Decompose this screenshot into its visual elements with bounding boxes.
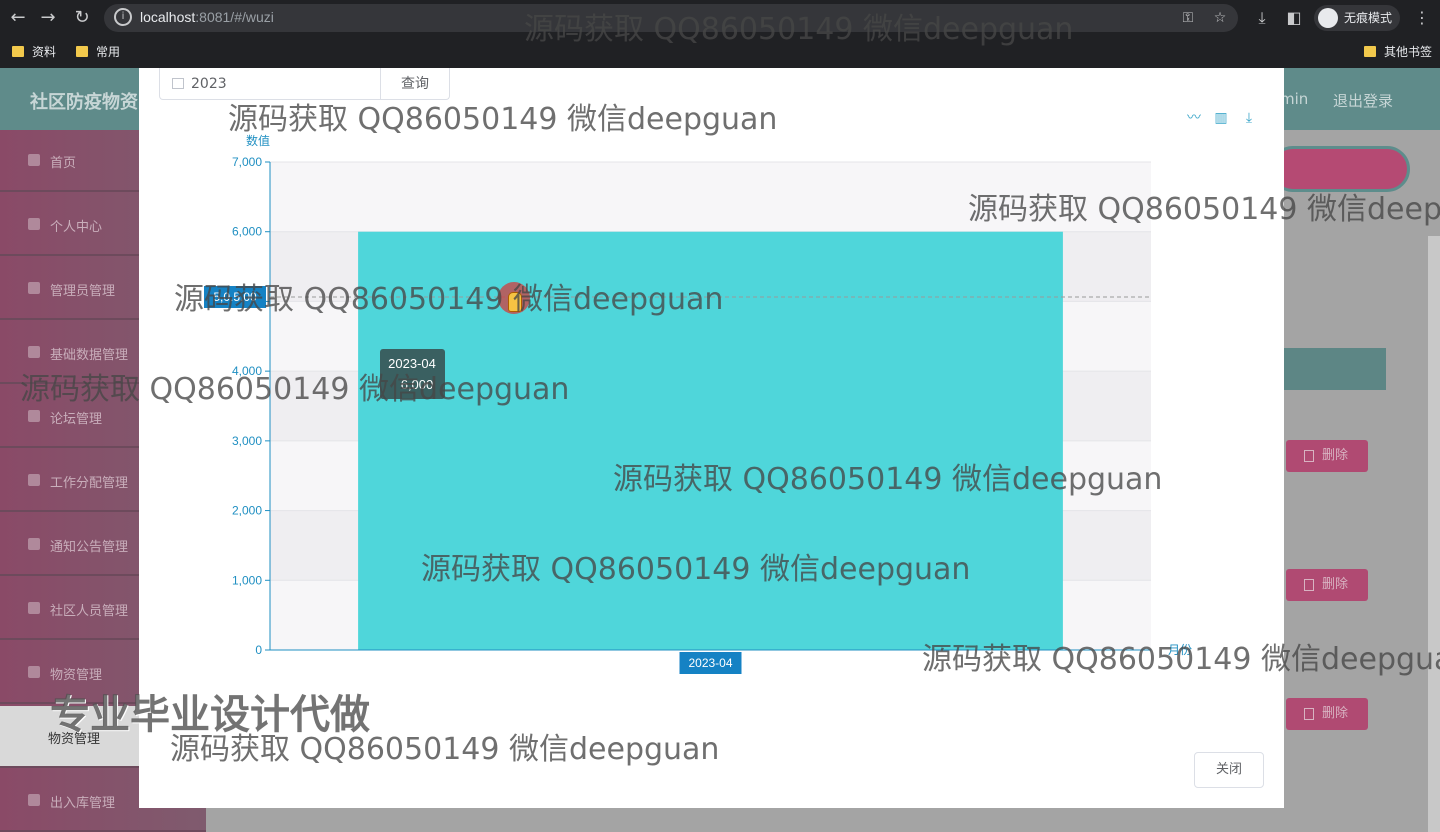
sidebar-item-label: 首页 bbox=[50, 156, 77, 171]
trash-icon bbox=[1304, 450, 1314, 462]
sidebar-item-label: 个人中心 bbox=[50, 220, 103, 235]
logout-link[interactable]: 退出登录 bbox=[1333, 90, 1393, 111]
tooltip-category: 2023-04 bbox=[388, 356, 436, 371]
sidebar-item-label: 出入库管理 bbox=[50, 796, 116, 811]
sidebar-toggle-icon[interactable]: ◧ bbox=[1282, 6, 1306, 30]
bar bbox=[358, 231, 1063, 650]
key-icon[interactable]: ⚿ bbox=[1178, 8, 1198, 28]
address-bar[interactable]: i localhost:8081/#/wuzi ⚿ ☆ bbox=[104, 4, 1238, 32]
close-button[interactable]: 关闭 bbox=[1194, 752, 1264, 788]
grid-icon bbox=[28, 346, 40, 358]
url-text: localhost:8081/#/wuzi bbox=[140, 9, 274, 25]
y-tick-label: 1,000 bbox=[232, 573, 262, 587]
x-axis-title: 月份 bbox=[1168, 643, 1192, 657]
folder-icon bbox=[12, 46, 24, 57]
browser-chrome: ← → ↻ i localhost:8081/#/wuzi ⚿ ☆ ⤓ ◧ 无痕… bbox=[0, 0, 1440, 68]
promo-text: 专业毕业设计代做 bbox=[50, 692, 370, 738]
reload-icon[interactable]: ↻ bbox=[70, 6, 94, 30]
user-icon bbox=[28, 218, 40, 230]
hand-cursor-icon bbox=[508, 292, 522, 312]
home-icon bbox=[28, 154, 40, 166]
delete-button[interactable]: 删除 bbox=[1286, 440, 1368, 472]
axis-pointer-y-label: 5,0.5.00 bbox=[213, 290, 257, 304]
page-scrollbar[interactable] bbox=[1428, 236, 1440, 832]
sidebar-item-label: 基础数据管理 bbox=[50, 348, 129, 363]
monitor-icon bbox=[28, 474, 40, 486]
y-tick-label: 0 bbox=[255, 643, 262, 657]
star-icon[interactable]: ☆ bbox=[1210, 8, 1230, 28]
incognito-label: 无痕模式 bbox=[1344, 11, 1393, 25]
forward-icon[interactable]: → bbox=[36, 6, 60, 30]
delete-button[interactable]: 删除 bbox=[1286, 698, 1368, 730]
incognito-icon bbox=[1318, 8, 1338, 28]
action-button[interactable] bbox=[1270, 146, 1410, 192]
bookmark-ziliao[interactable]: 资料 bbox=[10, 42, 56, 62]
y-tick-label: 6,000 bbox=[232, 225, 262, 239]
back-icon[interactable]: ← bbox=[6, 6, 30, 30]
folder-icon bbox=[76, 46, 88, 57]
table-header-cell bbox=[1280, 348, 1386, 390]
plot-band bbox=[270, 162, 1151, 232]
y-tick-label: 3,000 bbox=[232, 434, 262, 448]
trash-icon bbox=[1304, 708, 1314, 720]
y-tick-label: 4,000 bbox=[232, 364, 262, 378]
bar-chart: 01,0002,0003,0004,0005,0006,0007,000数值月份… bbox=[204, 133, 1192, 674]
incognito-badge[interactable]: 无痕模式 bbox=[1314, 5, 1401, 31]
trash-icon bbox=[1304, 579, 1314, 591]
sidebar-item-label: 工作分配管理 bbox=[50, 476, 129, 491]
sidebar-item-label: 物资管理 bbox=[50, 668, 103, 683]
axis-pointer-x-label: 2023-04 bbox=[688, 656, 732, 670]
y-axis-title: 数值 bbox=[246, 133, 270, 148]
sidebar-item-label: 社区人员管理 bbox=[50, 604, 129, 619]
grid-icon bbox=[28, 282, 40, 294]
browser-toolbar: ← → ↻ i localhost:8081/#/wuzi ⚿ ☆ ⤓ ◧ 无痕… bbox=[0, 0, 1440, 36]
grid-icon bbox=[28, 794, 40, 806]
folder-icon bbox=[1364, 46, 1376, 57]
sliders-icon bbox=[28, 410, 40, 422]
tooltip-value: 6,000 bbox=[401, 377, 434, 392]
site-info-icon[interactable]: i bbox=[114, 8, 132, 26]
current-user: min bbox=[1280, 90, 1309, 108]
menu-icon[interactable]: ⋮ bbox=[1410, 6, 1434, 30]
sidebar-item-label: 通知公告管理 bbox=[50, 540, 129, 555]
app-title: 社区防疫物资 bbox=[30, 92, 138, 113]
grid-icon bbox=[28, 602, 40, 614]
sidebar-item-label: 管理员管理 bbox=[50, 284, 116, 299]
grid-icon bbox=[28, 666, 40, 678]
bookmark-other[interactable]: 其他书签 bbox=[1362, 42, 1432, 62]
sidebar-item-label: 论坛管理 bbox=[50, 412, 103, 427]
y-tick-label: 2,000 bbox=[232, 504, 262, 518]
bar-chart-icon bbox=[28, 538, 40, 550]
y-tick-label: 7,000 bbox=[232, 155, 262, 169]
download-icon[interactable]: ⤓ bbox=[1250, 6, 1274, 30]
bookmarks-bar: 资料 常用 其他书签 bbox=[0, 36, 1440, 68]
delete-button[interactable]: 删除 bbox=[1286, 569, 1368, 601]
bookmark-changyong[interactable]: 常用 bbox=[74, 42, 120, 62]
